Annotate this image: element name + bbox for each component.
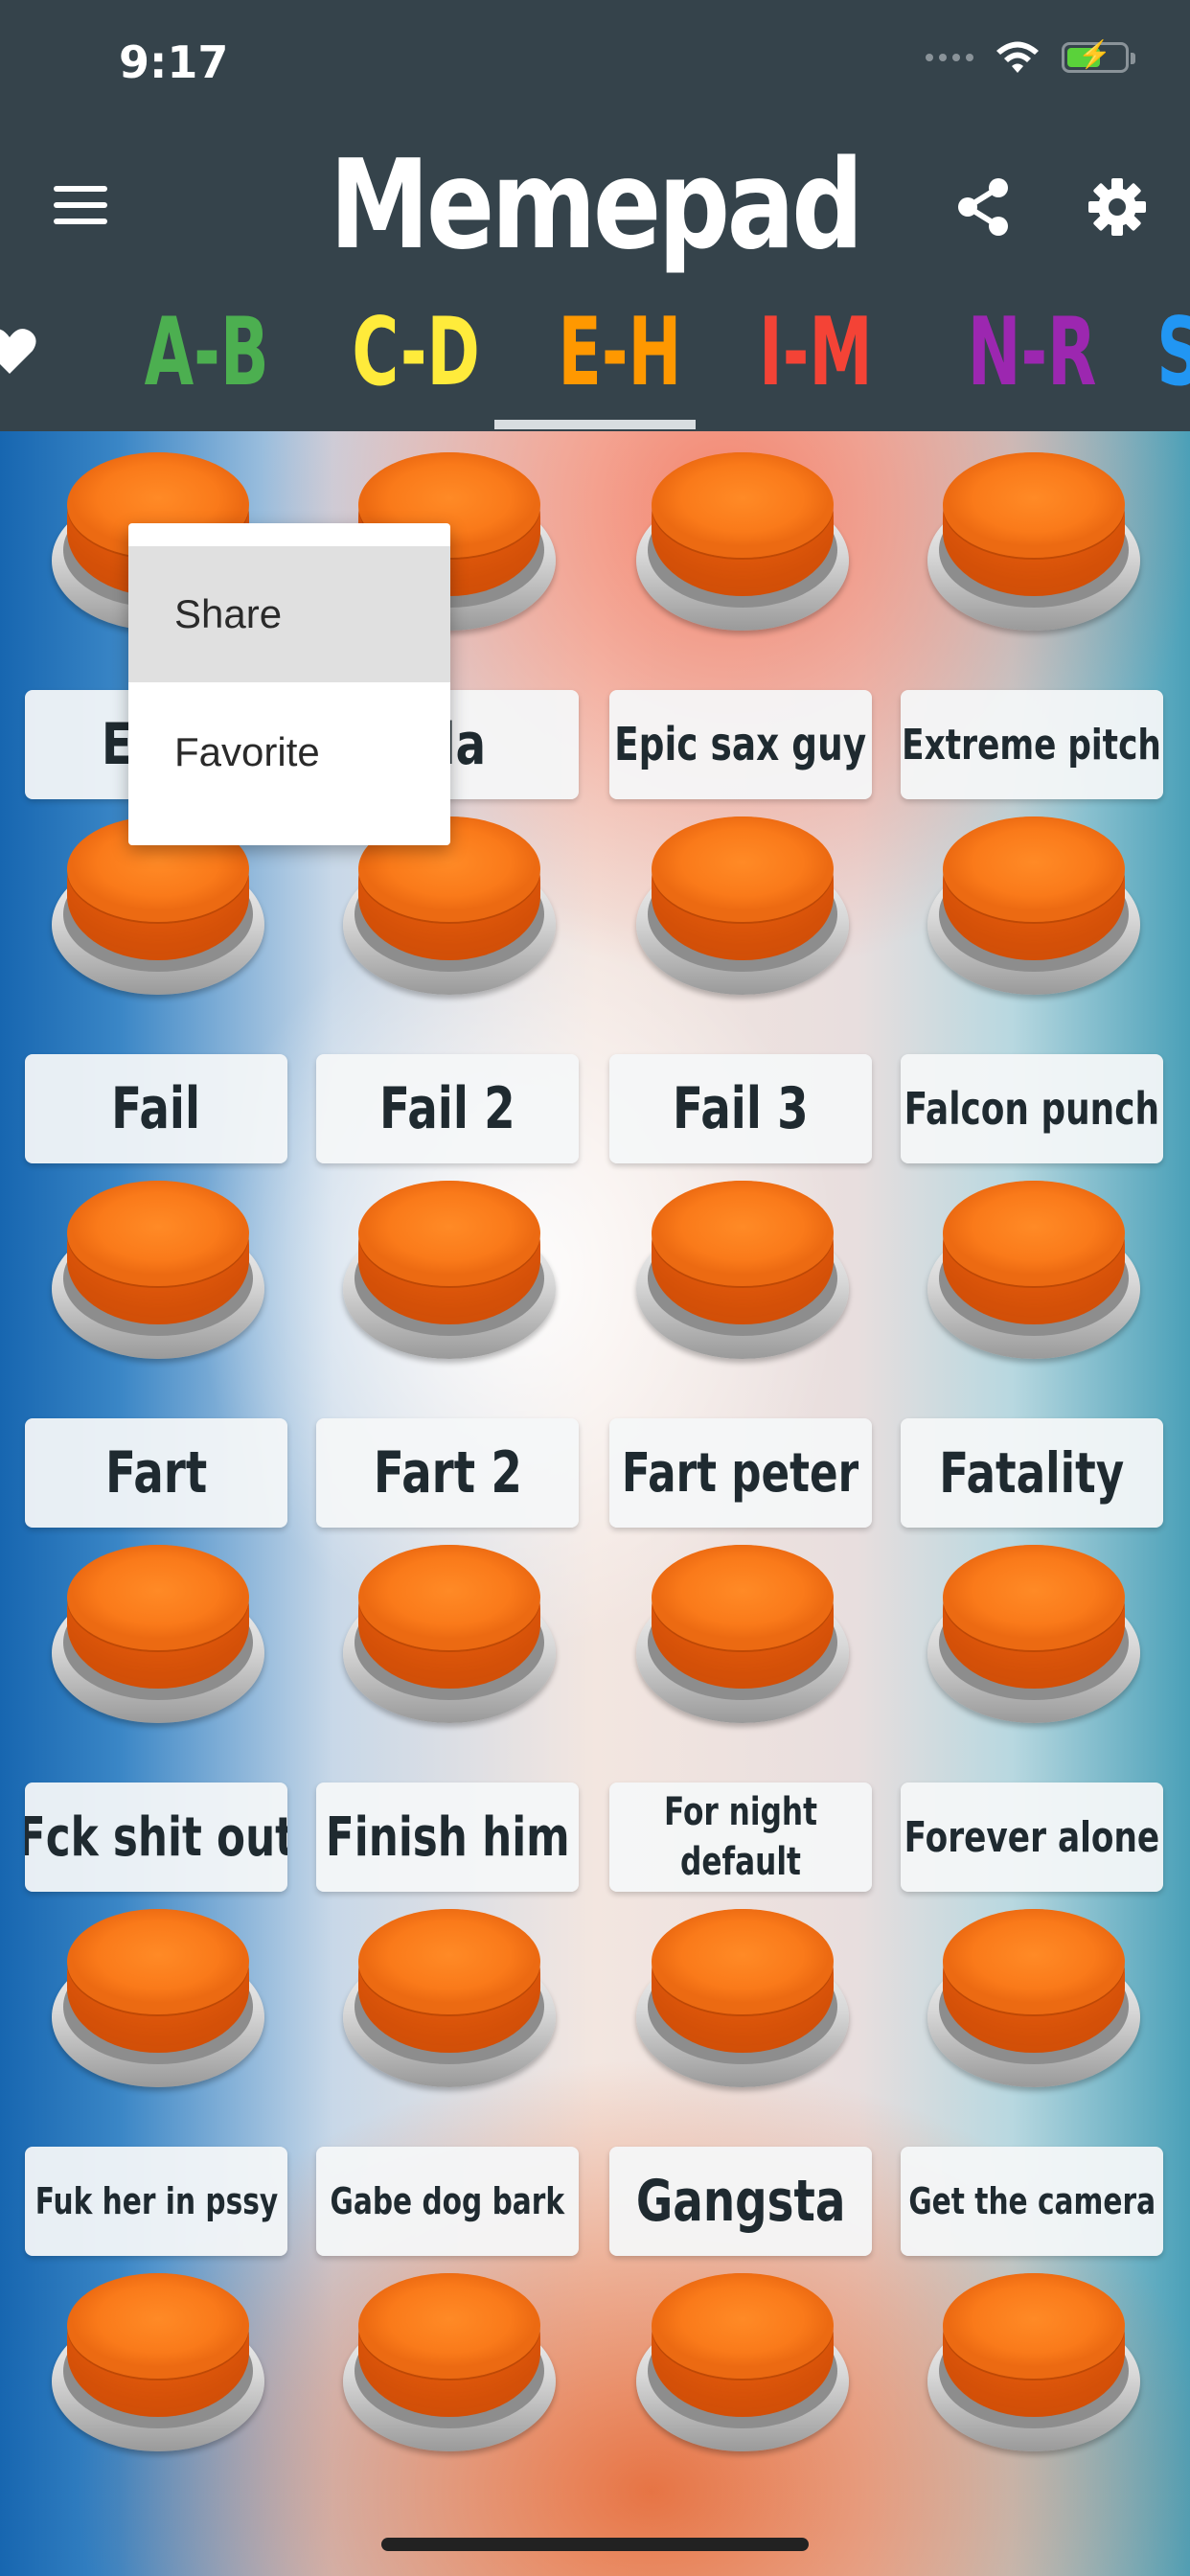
share-icon[interactable] (954, 178, 1012, 236)
sound-label[interactable]: Epic sax guy (609, 690, 872, 799)
sound-label[interactable]: Fart (25, 1418, 287, 1528)
cellular-signal-icon (926, 54, 973, 61)
sound-label[interactable]: Fart 2 (316, 1418, 579, 1528)
sound-cell: Extreme pitch (901, 441, 1188, 805)
sound-play-button[interactable] (927, 1909, 1140, 2089)
sound-cell: Fail 2 (316, 805, 604, 1169)
sound-cell: Fuk her in pssy (25, 1898, 312, 2262)
sound-cell (901, 2262, 1188, 2576)
sound-cell: Gangsta (609, 1898, 897, 2262)
sound-label[interactable]: Fck shit out (25, 1782, 287, 1892)
sound-label[interactable]: Falcon punch (901, 1054, 1163, 1163)
status-icons: ⚡ (926, 39, 1135, 75)
sound-label[interactable]: Gangsta (609, 2147, 872, 2256)
sound-play-button[interactable] (636, 816, 849, 997)
sound-cell: Epic sax guy (609, 441, 897, 805)
sound-cell: Fck shit out (25, 1533, 312, 1898)
sound-play-button[interactable] (636, 2273, 849, 2453)
sound-label[interactable]: Fart peter (609, 1418, 872, 1528)
sound-label[interactable]: Fuk her in pssy (25, 2147, 287, 2256)
sound-play-button[interactable] (636, 452, 849, 632)
sound-cell: For night default (609, 1533, 897, 1898)
wifi-icon (996, 41, 1039, 73)
sound-cell: Finish him (316, 1533, 604, 1898)
sound-play-button[interactable] (927, 1545, 1140, 1725)
sound-label[interactable]: For night default (609, 1782, 872, 1892)
sound-play-button[interactable] (343, 1909, 556, 2089)
sound-play-button[interactable] (927, 816, 1140, 997)
sound-cell: Fatality (901, 1169, 1188, 1533)
sound-cell: Get the camera (901, 1898, 1188, 2262)
sound-play-button[interactable] (636, 1909, 849, 2089)
sound-label[interactable]: Get the camera (901, 2147, 1163, 2256)
tab-e-h[interactable]: E-H (558, 295, 681, 410)
menu-item-share[interactable]: Share (128, 546, 450, 682)
sound-label[interactable]: Finish him (316, 1782, 579, 1892)
tab-n-r[interactable]: N-R (968, 295, 1097, 410)
sound-play-button[interactable] (636, 1545, 849, 1725)
selected-tab-indicator (494, 420, 696, 429)
sound-cell: Fart (25, 1169, 312, 1533)
sound-label[interactable]: Fail 3 (609, 1054, 872, 1163)
sound-cell: Falcon punch (901, 805, 1188, 1169)
sound-cell: Forever alone (901, 1533, 1188, 1898)
sound-play-button[interactable] (52, 2273, 264, 2453)
app-header: 9:17 ⚡ Memepad A-B C-D E-H I-M N-R (0, 0, 1190, 431)
sound-play-button[interactable] (927, 1181, 1140, 1361)
category-tabs: A-B C-D E-H I-M N-R S (0, 288, 1190, 431)
sound-label[interactable]: Fail 2 (316, 1054, 579, 1163)
sound-label[interactable]: Forever alone (901, 1782, 1163, 1892)
tab-c-d[interactable]: C-D (352, 295, 479, 410)
sound-cell (609, 2262, 897, 2576)
sound-cell: Fail (25, 805, 312, 1169)
sound-play-button[interactable] (636, 1181, 849, 1361)
context-menu: Share Favorite (128, 523, 450, 845)
favorites-heart-icon[interactable] (0, 322, 38, 380)
tab-a-b[interactable]: A-B (145, 295, 269, 410)
sound-cell: Gabe dog bark (316, 1898, 604, 2262)
app-title: Memepad (329, 134, 864, 277)
sound-label[interactable]: Gabe dog bark (316, 2147, 579, 2256)
sound-cell (316, 2262, 604, 2576)
hamburger-menu-icon[interactable] (54, 186, 107, 224)
sound-play-button[interactable] (343, 2273, 556, 2453)
sound-cell: Fail 3 (609, 805, 897, 1169)
sound-play-button[interactable] (927, 2273, 1140, 2453)
sound-cell: Fart 2 (316, 1169, 604, 1533)
sound-label[interactable]: Extreme pitch (901, 690, 1163, 799)
menu-item-favorite[interactable]: Favorite (128, 684, 450, 820)
tab-i-m[interactable]: I-M (759, 295, 873, 410)
sound-label[interactable]: Fatality (901, 1418, 1163, 1528)
home-indicator (381, 2538, 809, 2551)
battery-icon: ⚡ (1062, 39, 1135, 73)
sound-play-button[interactable] (52, 1545, 264, 1725)
sound-play-button[interactable] (52, 1181, 264, 1361)
sound-label[interactable]: Fail (25, 1054, 287, 1163)
sound-cell (25, 2262, 312, 2576)
sound-play-button[interactable] (343, 1181, 556, 1361)
tab-s[interactable]: S (1156, 295, 1190, 410)
sound-play-button[interactable] (343, 1545, 556, 1725)
sound-play-button[interactable] (52, 1909, 264, 2089)
gear-icon[interactable] (1087, 176, 1148, 238)
sound-cell: Fart peter (609, 1169, 897, 1533)
status-time: 9:17 (119, 36, 229, 88)
sound-play-button[interactable] (927, 452, 1140, 632)
